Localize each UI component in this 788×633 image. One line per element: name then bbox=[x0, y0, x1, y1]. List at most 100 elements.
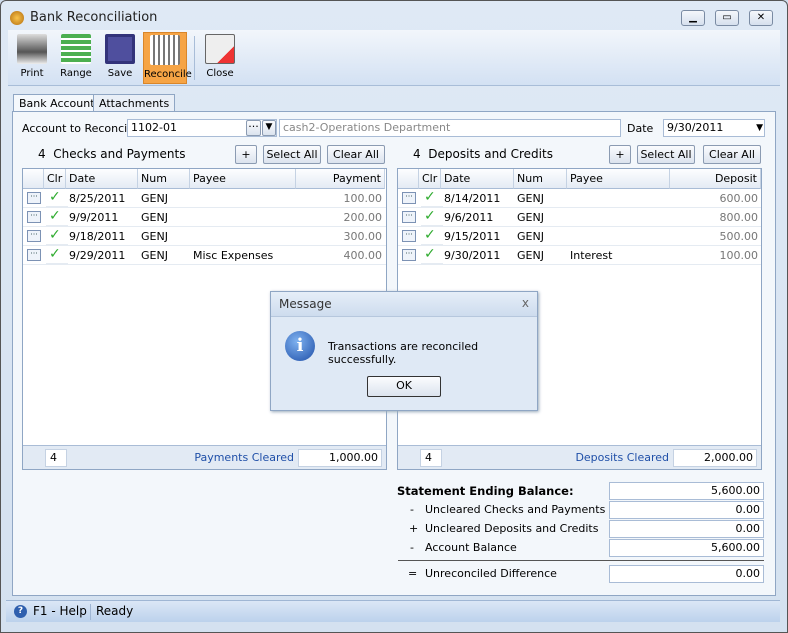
row-detail-button[interactable]: ··· bbox=[27, 249, 41, 261]
row-detail-button[interactable]: ··· bbox=[402, 211, 416, 223]
cleared-label: Deposits Cleared bbox=[575, 451, 669, 464]
help-icon[interactable]: ? bbox=[14, 605, 27, 618]
uncleared-deposits-label: Uncleared Deposits and Credits bbox=[425, 522, 599, 535]
num-cell: GENJ bbox=[138, 189, 190, 208]
cleared-count: 4 bbox=[45, 449, 67, 467]
column-header-payee[interactable]: Payee bbox=[567, 169, 670, 189]
cleared-checkmark-icon[interactable]: ✓ bbox=[421, 226, 443, 245]
column-header-deposit[interactable]: Deposit bbox=[670, 169, 761, 189]
amount-cell: 300.00 bbox=[296, 227, 385, 246]
column-header-date[interactable]: Date bbox=[66, 169, 138, 189]
uncleared-deposits-sign: + bbox=[409, 522, 419, 535]
payee-cell bbox=[190, 227, 296, 246]
add-deposit-button[interactable]: + bbox=[609, 145, 631, 164]
dialog-message: Transactions are reconciled successfully… bbox=[328, 340, 479, 366]
range-button[interactable]: Range bbox=[54, 32, 98, 84]
date-cell: 9/15/2011 bbox=[441, 227, 514, 246]
uncleared-deposits-value: 0.00 bbox=[609, 520, 764, 538]
cleared-checkmark-icon[interactable]: ✓ bbox=[421, 207, 443, 226]
maximize-button[interactable]: ▭ bbox=[715, 10, 739, 26]
dialog-close-button[interactable]: x bbox=[522, 296, 529, 310]
close-button[interactable]: Close bbox=[198, 32, 242, 84]
column-header-payment[interactable]: Payment bbox=[296, 169, 385, 189]
payments-clear-all-button[interactable]: Clear All bbox=[327, 145, 385, 164]
cleared-checkmark-icon[interactable]: ✓ bbox=[46, 207, 68, 226]
status-bar: ? F1 - Help Ready bbox=[6, 600, 780, 622]
info-icon: i bbox=[285, 331, 315, 361]
difference-sign: = bbox=[408, 567, 418, 580]
row-detail-button[interactable]: ··· bbox=[402, 230, 416, 242]
row-detail-button[interactable]: ··· bbox=[402, 249, 416, 261]
row-detail-button[interactable]: ··· bbox=[402, 192, 416, 204]
uncleared-checks-label: Uncleared Checks and Payments bbox=[425, 503, 606, 516]
minimize-button[interactable]: ▁ bbox=[681, 10, 705, 26]
cleared-checkmark-icon[interactable]: ✓ bbox=[46, 226, 68, 245]
cleared-checkmark-icon[interactable]: ✓ bbox=[46, 245, 68, 264]
num-cell: GENJ bbox=[514, 246, 567, 265]
account-description: cash2-Operations Department bbox=[279, 119, 621, 137]
add-payment-button[interactable]: + bbox=[235, 145, 257, 164]
row-detail-button[interactable]: ··· bbox=[27, 211, 41, 223]
column-header-clr[interactable]: Clr bbox=[44, 169, 66, 189]
dialog-title: Message bbox=[271, 292, 537, 317]
print-button[interactable]: Print bbox=[10, 32, 54, 84]
account-dropdown-button[interactable]: ▼ bbox=[262, 120, 276, 136]
num-cell: GENJ bbox=[514, 189, 567, 208]
floppy-icon bbox=[105, 34, 135, 64]
header-expand-column bbox=[398, 169, 419, 189]
date-cell: 9/9/2011 bbox=[66, 208, 138, 227]
row-detail-button[interactable]: ··· bbox=[27, 192, 41, 204]
amount-cell: 600.00 bbox=[670, 189, 761, 208]
close-doc-icon bbox=[205, 34, 235, 64]
status-separator bbox=[90, 604, 91, 620]
cleared-checkmark-icon[interactable]: ✓ bbox=[46, 188, 68, 207]
payee-cell bbox=[190, 208, 296, 227]
date-input[interactable]: 9/30/2011 ▼ bbox=[663, 119, 765, 137]
ok-button[interactable]: OK bbox=[367, 376, 441, 397]
num-cell: GENJ bbox=[138, 227, 190, 246]
account-balance-sign: - bbox=[410, 541, 414, 554]
cleared-label: Payments Cleared bbox=[194, 451, 294, 464]
column-header-clr[interactable]: Clr bbox=[419, 169, 441, 189]
cleared-checkmark-icon[interactable]: ✓ bbox=[421, 188, 443, 207]
uncleared-checks-value: 0.00 bbox=[609, 501, 764, 519]
window-title: Bank Reconciliation bbox=[30, 10, 158, 25]
amount-cell: 800.00 bbox=[670, 208, 761, 227]
column-header-num[interactable]: Num bbox=[514, 169, 567, 189]
date-cell: 9/29/2011 bbox=[66, 246, 138, 265]
status-text: Ready bbox=[96, 604, 134, 618]
calendar-dropdown-icon[interactable]: ▼ bbox=[756, 121, 763, 135]
row-detail-button[interactable]: ··· bbox=[27, 230, 41, 242]
reconcile-button[interactable]: Reconcile bbox=[143, 32, 192, 84]
payee-cell bbox=[567, 208, 670, 227]
amount-cell: 500.00 bbox=[670, 227, 761, 246]
message-dialog: Message x i Transactions are reconciled … bbox=[270, 291, 538, 411]
header-expand-column bbox=[23, 169, 44, 189]
tab-attachments[interactable]: Attachments bbox=[93, 94, 176, 112]
account-balance-label: Account Balance bbox=[425, 541, 517, 554]
column-header-date[interactable]: Date bbox=[441, 169, 514, 189]
close-window-button[interactable]: ✕ bbox=[749, 10, 773, 26]
help-label[interactable]: F1 - Help bbox=[33, 601, 87, 622]
payee-cell bbox=[567, 227, 670, 246]
grid-footer: 4 Payments Cleared 1,000.00 bbox=[23, 445, 386, 469]
uncleared-checks-sign: - bbox=[410, 503, 414, 516]
statement-ending-balance-input[interactable]: 5,600.00 bbox=[609, 482, 764, 500]
payments-select-all-button[interactable]: Select All bbox=[263, 145, 321, 164]
deposits-clear-all-button[interactable]: Clear All bbox=[703, 145, 761, 164]
deposits-select-all-button[interactable]: Select All bbox=[637, 145, 695, 164]
account-label: Account to Reconcile bbox=[22, 122, 138, 135]
num-cell: GENJ bbox=[138, 246, 190, 265]
cleared-checkmark-icon[interactable]: ✓ bbox=[421, 245, 443, 264]
date-cell: 9/30/2011 bbox=[441, 246, 514, 265]
account-lookup-button[interactable]: ··· bbox=[246, 120, 261, 136]
column-header-payee[interactable]: Payee bbox=[190, 169, 296, 189]
toolbar: Print Range Save Reconcile Close bbox=[8, 30, 780, 86]
column-header-num[interactable]: Num bbox=[138, 169, 190, 189]
payee-cell bbox=[567, 189, 670, 208]
save-button[interactable]: Save bbox=[98, 32, 142, 84]
amount-cell: 400.00 bbox=[296, 246, 385, 265]
amount-cell: 100.00 bbox=[296, 189, 385, 208]
summary-divider bbox=[398, 560, 764, 561]
deposits-header: 4 Deposits and Credits bbox=[413, 147, 553, 161]
